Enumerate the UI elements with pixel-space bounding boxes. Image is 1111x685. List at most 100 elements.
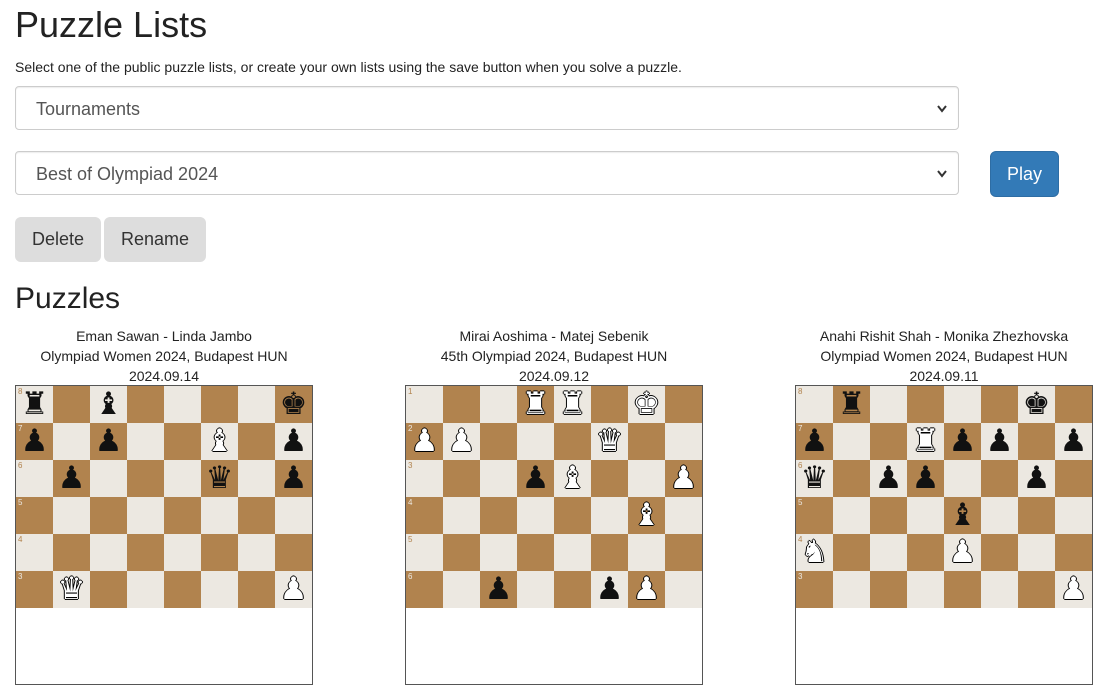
black-pawn-icon[interactable]: ♟ [90, 423, 127, 460]
board-square[interactable]: ♜ [907, 423, 944, 460]
board-square[interactable]: ♛ [591, 423, 628, 460]
board-square[interactable] [907, 571, 944, 608]
board-square[interactable]: ♝ [90, 386, 127, 423]
white-pawn-icon[interactable]: ♟ [944, 534, 981, 571]
white-queen-icon[interactable]: ♛ [591, 423, 628, 460]
black-queen-icon[interactable]: ♛ [201, 460, 238, 497]
board-square[interactable] [833, 460, 870, 497]
black-pawn-icon[interactable]: ♟ [796, 423, 833, 460]
board-square[interactable]: ♝ [201, 423, 238, 460]
puzzle-card[interactable]: Mirai Aoshima - Matej Sebenik 45th Olymp… [405, 326, 703, 685]
board-square[interactable] [127, 534, 164, 571]
board-square[interactable] [870, 497, 907, 534]
board-square[interactable] [665, 571, 702, 608]
board-square[interactable] [90, 571, 127, 608]
board-square[interactable]: ♝ [628, 497, 665, 534]
white-bishop-icon[interactable]: ♝ [628, 497, 665, 534]
board-square[interactable]: ♟ [591, 571, 628, 608]
board-square[interactable] [1055, 497, 1092, 534]
board-square[interactable]: ♟ [944, 534, 981, 571]
board-square[interactable]: ♟ [275, 460, 312, 497]
board-square[interactable]: ♟ [90, 423, 127, 460]
board-square[interactable]: 4 ♞ [796, 534, 833, 571]
board-square[interactable] [443, 460, 480, 497]
board-square[interactable]: ♟ [870, 460, 907, 497]
board-square[interactable] [201, 534, 238, 571]
board-square[interactable] [981, 497, 1018, 534]
black-queen-icon[interactable]: ♛ [796, 460, 833, 497]
board-square[interactable] [164, 386, 201, 423]
chess-board[interactable]: 1 ♜ ♜ ♚ 2 ♟ ♟ ♛ 3 ♟ ♝ ♟ 4 ♝ 5 6 ♟ ♟ ♟ [405, 385, 703, 685]
board-square[interactable] [833, 571, 870, 608]
board-square[interactable] [870, 571, 907, 608]
puzzle-card[interactable]: Eman Sawan - Linda Jambo Olympiad Women … [15, 326, 313, 685]
board-square[interactable] [554, 497, 591, 534]
board-square[interactable] [833, 497, 870, 534]
white-pawn-icon[interactable]: ♟ [406, 423, 443, 460]
board-square[interactable]: ♟ [944, 423, 981, 460]
board-square[interactable] [907, 534, 944, 571]
black-bishop-icon[interactable]: ♝ [944, 497, 981, 534]
board-square[interactable] [907, 497, 944, 534]
black-pawn-icon[interactable]: ♟ [1018, 460, 1055, 497]
board-square[interactable] [164, 460, 201, 497]
board-square[interactable]: ♟ [665, 460, 702, 497]
board-square[interactable] [127, 386, 164, 423]
black-pawn-icon[interactable]: ♟ [517, 460, 554, 497]
board-square[interactable]: 6 ♛ [796, 460, 833, 497]
black-king-icon[interactable]: ♚ [275, 386, 312, 423]
board-square[interactable] [1055, 460, 1092, 497]
board-square[interactable]: ♟ [1018, 460, 1055, 497]
board-square[interactable]: ♟ [628, 571, 665, 608]
board-square[interactable] [480, 460, 517, 497]
black-pawn-icon[interactable]: ♟ [275, 423, 312, 460]
board-square[interactable] [554, 571, 591, 608]
board-square[interactable] [517, 497, 554, 534]
board-square[interactable]: 3 [16, 571, 53, 608]
board-square[interactable] [554, 423, 591, 460]
board-square[interactable]: 4 [16, 534, 53, 571]
board-square[interactable] [53, 497, 90, 534]
board-square[interactable] [238, 423, 275, 460]
board-square[interactable] [1055, 386, 1092, 423]
black-pawn-icon[interactable]: ♟ [981, 423, 1018, 460]
white-rook-icon[interactable]: ♜ [907, 423, 944, 460]
board-square[interactable] [628, 423, 665, 460]
black-rook-icon[interactable]: ♜ [16, 386, 53, 423]
board-square[interactable] [53, 534, 90, 571]
board-square[interactable] [127, 460, 164, 497]
board-square[interactable] [665, 386, 702, 423]
board-square[interactable] [870, 534, 907, 571]
board-square[interactable]: ♟ [443, 423, 480, 460]
board-square[interactable]: 7 ♟ [16, 423, 53, 460]
black-pawn-icon[interactable]: ♟ [591, 571, 628, 608]
black-pawn-icon[interactable]: ♟ [480, 571, 517, 608]
board-square[interactable] [981, 386, 1018, 423]
black-pawn-icon[interactable]: ♟ [16, 423, 53, 460]
board-square[interactable] [944, 386, 981, 423]
board-square[interactable] [443, 534, 480, 571]
board-square[interactable] [275, 534, 312, 571]
white-bishop-icon[interactable]: ♝ [201, 423, 238, 460]
black-pawn-icon[interactable]: ♟ [944, 423, 981, 460]
board-square[interactable]: ♟ [275, 571, 312, 608]
board-square[interactable]: ♝ [944, 497, 981, 534]
black-pawn-icon[interactable]: ♟ [1055, 423, 1092, 460]
black-bishop-icon[interactable]: ♝ [90, 386, 127, 423]
white-knight-icon[interactable]: ♞ [796, 534, 833, 571]
puzzle-card[interactable]: Anahi Rishit Shah - Monika Zhezhovska Ol… [795, 326, 1093, 685]
black-rook-icon[interactable]: ♜ [833, 386, 870, 423]
board-square[interactable]: ♝ [554, 460, 591, 497]
board-square[interactable] [907, 386, 944, 423]
board-square[interactable] [833, 423, 870, 460]
board-square[interactable]: 3 [406, 460, 443, 497]
board-square[interactable]: 2 ♟ [406, 423, 443, 460]
play-button[interactable]: Play [990, 151, 1059, 197]
board-square[interactable] [665, 423, 702, 460]
board-square[interactable] [480, 386, 517, 423]
board-square[interactable]: 3 [796, 571, 833, 608]
board-square[interactable] [517, 571, 554, 608]
board-square[interactable] [443, 497, 480, 534]
board-square[interactable] [1018, 423, 1055, 460]
board-square[interactable]: 4 [406, 497, 443, 534]
